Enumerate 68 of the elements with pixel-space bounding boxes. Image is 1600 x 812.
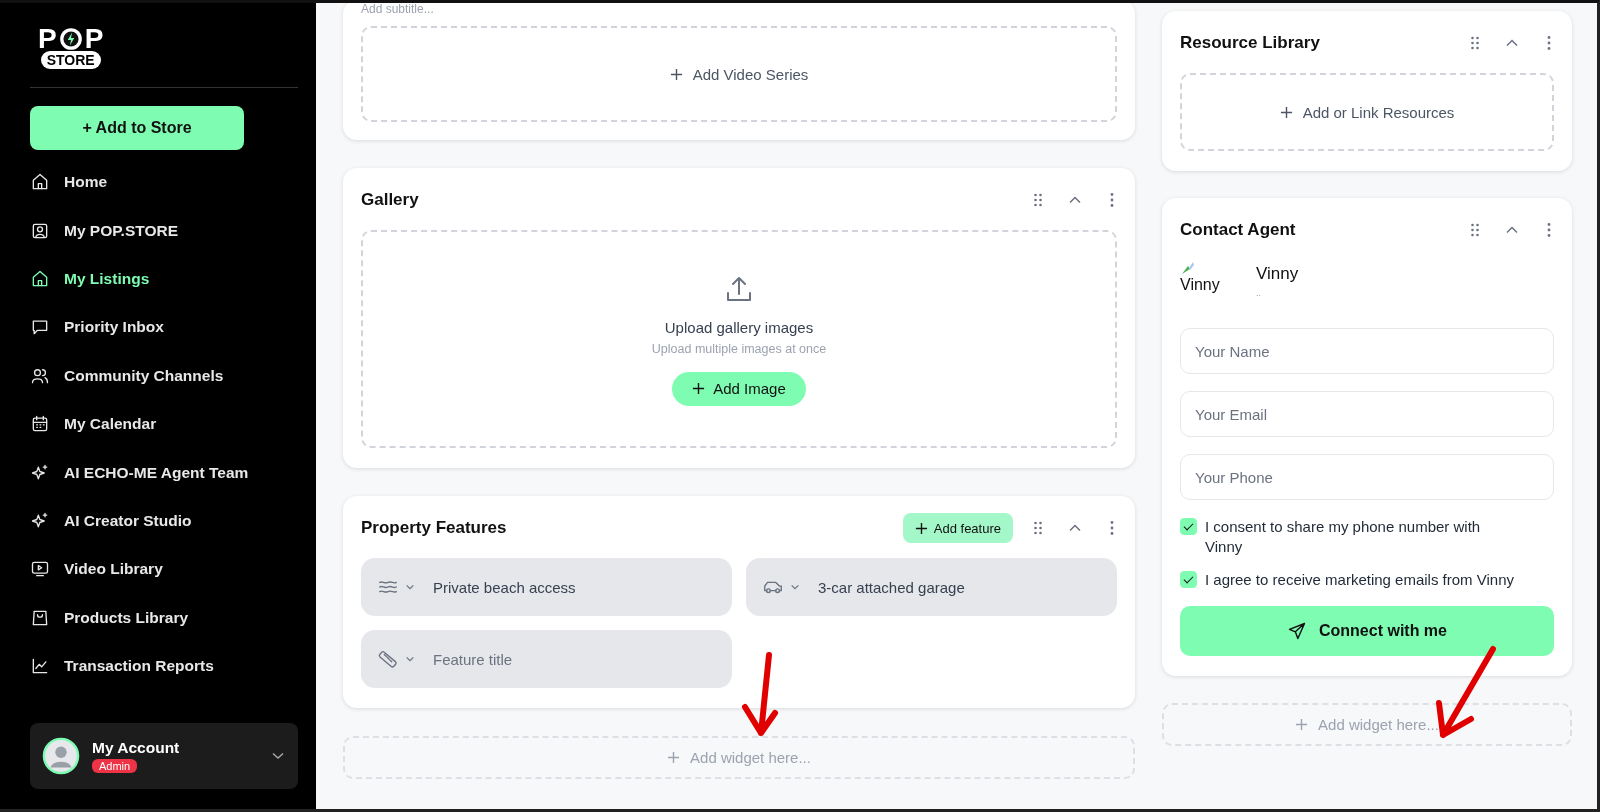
- send-icon: [1287, 620, 1307, 641]
- feature-field[interactable]: Private beach access: [361, 558, 732, 616]
- nav-item[interactable]: My POP.STORE: [30, 206, 298, 255]
- collapse-icon[interactable]: [1069, 196, 1081, 204]
- account-name: My Account: [92, 739, 180, 757]
- drag-handle-icon[interactable]: [1470, 222, 1480, 238]
- add-image-button[interactable]: Add Image: [672, 371, 806, 406]
- plus-icon: [667, 751, 681, 764]
- broken-image-icon: [1180, 260, 1196, 276]
- chevron-down-icon[interactable]: [790, 583, 800, 591]
- collapse-icon[interactable]: [1069, 524, 1081, 532]
- input-field[interactable]: Your Name: [1180, 328, 1554, 374]
- plus-icon: [1295, 717, 1309, 731]
- upload-title: Upload gallery images: [664, 318, 814, 336]
- feature-field[interactable]: Feature title: [361, 630, 732, 688]
- logo: P P STORE: [38, 25, 104, 69]
- nav-item[interactable]: Video Library: [30, 545, 298, 594]
- drag-handle-icon[interactable]: [1033, 192, 1043, 208]
- nav-item[interactable]: Transaction Reports: [30, 641, 298, 691]
- feature-title-field[interactable]: Feature title: [433, 646, 716, 672]
- chevron-down-icon[interactable]: [405, 655, 415, 663]
- chevron-down-icon: [272, 752, 284, 760]
- nav-item[interactable]: Products Library: [30, 593, 298, 642]
- nav-item[interactable]: Community Channels: [30, 351, 298, 400]
- consent-label: I agree to receive marketing emails from Vinny: [1205, 570, 1515, 590]
- chevron-down-icon[interactable]: [405, 583, 415, 591]
- card-title: Gallery: [361, 190, 419, 210]
- avatar-icon: [42, 737, 80, 775]
- nav-item[interactable]: Priority Inbox: [30, 303, 298, 352]
- nav-item[interactable]: My Calendar: [30, 399, 298, 449]
- agent-name: Vinny: [1256, 264, 1299, 284]
- nav-item[interactable]: AI ECHO-ME Agent Team: [30, 448, 298, 497]
- card-title: Contact Agent: [1180, 220, 1296, 240]
- input-field[interactable]: Your Phone: [1180, 454, 1554, 500]
- account-panel[interactable]: My Account Admin: [30, 723, 298, 789]
- collapse-icon[interactable]: [1506, 226, 1518, 234]
- checkbox[interactable]: [1180, 518, 1197, 535]
- add-to-store-button[interactable]: + Add to Store: [30, 106, 244, 150]
- nav-item[interactable]: Home: [30, 158, 298, 207]
- avatar-alt-text: Vinny: [1180, 276, 1221, 294]
- nav-item[interactable]: My Listings: [30, 254, 298, 304]
- plus-icon: [914, 521, 928, 535]
- connect-button[interactable]: Connect with me: [1180, 605, 1554, 656]
- drag-handle-icon[interactable]: [1470, 35, 1480, 51]
- card-title: Resource Library: [1180, 33, 1320, 53]
- card-title: Property Features: [361, 518, 507, 538]
- plus-icon: [669, 67, 683, 81]
- add-feature-button[interactable]: Add feature: [902, 513, 1013, 543]
- nav-item[interactable]: AI Creator Studio: [30, 496, 298, 546]
- upload-dropzone[interactable]: Upload gallery images Upload multiple images at once Add Image: [361, 230, 1117, 448]
- role-badge: Admin: [92, 759, 138, 773]
- input-field[interactable]: Your Email: [1180, 391, 1554, 437]
- consent-label: I consent to share my phone number with Vinny: [1205, 517, 1482, 556]
- drag-handle-icon[interactable]: [1033, 520, 1043, 536]
- checkbox[interactable]: [1180, 571, 1197, 588]
- agent-subtitle: ..: [1256, 288, 1262, 298]
- add-resources-button[interactable]: Add or Link Resources: [1180, 73, 1554, 151]
- add-video-series-button[interactable]: Add Video Series: [361, 26, 1117, 122]
- ruler-icon[interactable]: [377, 648, 399, 670]
- upload-hint: Upload multiple images at once: [651, 341, 827, 356]
- feature-field[interactable]: 3-car attached garage: [746, 558, 1117, 616]
- plus-icon: [1279, 105, 1293, 119]
- subtitle-field[interactable]: Add subtitle...: [361, 3, 1117, 16]
- plus-icon: [692, 382, 706, 395]
- feature-title-field[interactable]: 3-car attached garage: [818, 574, 1101, 600]
- collapse-icon[interactable]: [1506, 39, 1518, 47]
- house-icon: [30, 268, 50, 289]
- feature-title-field[interactable]: Private beach access: [433, 574, 716, 600]
